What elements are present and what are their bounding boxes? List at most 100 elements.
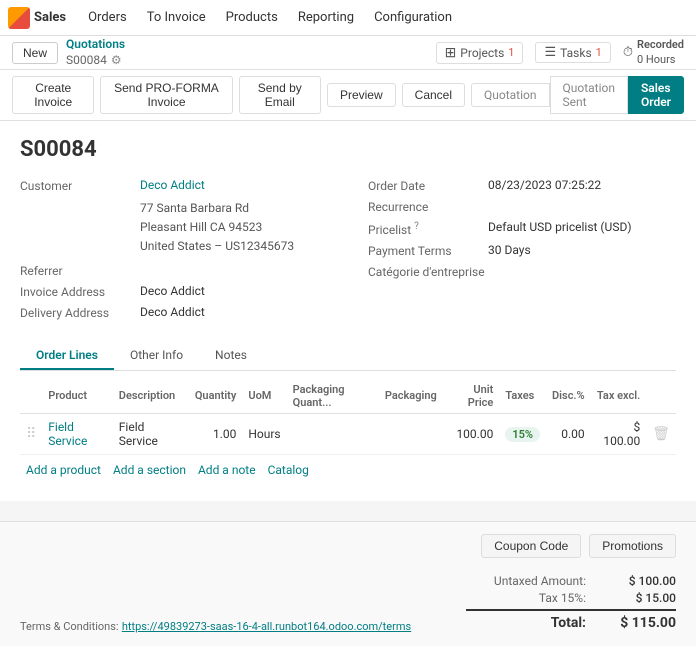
gear-icon[interactable]: ⚙: [111, 53, 122, 69]
terms-link[interactable]: https://49839273-saas-16-4-all.runbot164…: [122, 620, 411, 633]
row-uom[interactable]: Hours: [242, 413, 286, 454]
tax-label: Tax 15%:: [466, 591, 586, 605]
row-product[interactable]: Field Service: [42, 413, 113, 454]
total-row: Total: $ 115.00: [466, 609, 676, 631]
invoice-address-value: Deco Addict: [140, 284, 205, 298]
coupon-code-button[interactable]: Coupon Code: [481, 534, 581, 558]
customer-field: Customer Deco Addict: [20, 178, 328, 193]
preview-button[interactable]: Preview: [327, 83, 396, 107]
create-invoice-button[interactable]: Create Invoice: [12, 76, 94, 114]
delivery-address-field: Delivery Address Deco Addict: [20, 305, 328, 320]
breadcrumb-parent[interactable]: Quotations: [66, 37, 125, 53]
new-button[interactable]: New: [12, 42, 58, 64]
status-quotation[interactable]: Quotation: [471, 83, 549, 107]
clock-icon: ⏱: [623, 45, 633, 60]
pricelist-value: Default USD pricelist (USD): [488, 220, 632, 234]
col-tax-excl: Tax excl.: [591, 379, 647, 414]
catalog-link[interactable]: Catalog: [268, 463, 309, 477]
row-packaging-qty[interactable]: [287, 413, 379, 454]
tasks-button[interactable]: ☰ Tasks 1: [535, 42, 610, 63]
footer-actions: Coupon Code Promotions: [20, 534, 676, 558]
nav-menu: Orders To Invoice Products Reporting Con…: [78, 0, 462, 36]
col-delete: [646, 379, 676, 414]
customer-address: 77 Santa Barbara Rd Pleasant Hill CA 945…: [140, 199, 328, 257]
row-drag-handle[interactable]: ⠿: [20, 413, 42, 454]
totals-section: Untaxed Amount: $ 100.00 Tax 15%: $ 15.0…: [466, 574, 676, 634]
payment-terms-label: Payment Terms: [368, 243, 488, 258]
row-taxes[interactable]: 15%: [499, 413, 546, 454]
row-quantity[interactable]: 1.00: [189, 413, 243, 454]
promotions-button[interactable]: Promotions: [589, 534, 676, 558]
order-number: S00084: [20, 137, 676, 162]
add-section-link[interactable]: Add a section: [113, 463, 186, 477]
untaxed-value: $ 100.00: [606, 574, 676, 588]
terms-section: Terms & Conditions: https://49839273-saa…: [20, 619, 411, 634]
order-form: Customer Deco Addict 77 Santa Barbara Rd…: [20, 178, 676, 326]
breadcrumb-id: S00084: [66, 53, 107, 69]
form-right: Order Date 08/23/2023 07:25:22 Recurrenc…: [368, 178, 676, 326]
send-proforma-button[interactable]: Send PRO-FORMA Invoice: [100, 76, 232, 114]
top-nav: Sales Orders To Invoice Products Reporti…: [0, 0, 696, 36]
add-product-row: Add a product Add a section Add a note C…: [20, 455, 676, 485]
recorded-label: Recorded: [637, 38, 684, 52]
breadcrumb-right-actions: ⊞ Projects 1 ☰ Tasks 1 ⏱ Recorded 0 Hour…: [436, 38, 684, 67]
breadcrumb: Quotations S00084 ⚙: [66, 37, 125, 68]
tax-row: Tax 15%: $ 15.00: [466, 591, 676, 605]
form-left: Customer Deco Addict 77 Santa Barbara Rd…: [20, 178, 328, 326]
add-product-link[interactable]: Add a product: [26, 463, 101, 477]
tasks-label: Tasks: [560, 46, 592, 60]
row-description[interactable]: Field Service: [113, 413, 189, 454]
total-value: $ 115.00: [606, 615, 676, 631]
row-disc[interactable]: 0.00: [546, 413, 591, 454]
status-sales-order[interactable]: Sales Order: [628, 76, 684, 114]
terms-label: Terms & Conditions:: [20, 620, 119, 633]
status-bar: Quotation Quotation Sent Sales Order: [471, 76, 684, 114]
row-tax-excl: $ 100.00: [591, 413, 647, 454]
tab-notes[interactable]: Notes: [199, 342, 263, 370]
category-field: Catégorie d'entreprise: [368, 264, 676, 279]
nav-reporting[interactable]: Reporting: [288, 0, 364, 36]
order-date-value: 08/23/2023 07:25:22: [488, 178, 601, 192]
delivery-address-value: Deco Addict: [140, 305, 205, 319]
app-name[interactable]: Sales: [34, 10, 66, 25]
nav-orders[interactable]: Orders: [78, 0, 137, 36]
category-label: Catégorie d'entreprise: [368, 264, 488, 279]
tab-order-lines[interactable]: Order Lines: [20, 342, 114, 370]
projects-button[interactable]: ⊞ Projects 1: [436, 42, 524, 64]
recurrence-label: Recurrence: [368, 199, 488, 214]
payment-terms-field: Payment Terms 30 Days: [368, 243, 676, 258]
address-line3: United States – US12345673: [140, 237, 328, 256]
add-note-link[interactable]: Add a note: [198, 463, 256, 477]
customer-value[interactable]: Deco Addict: [140, 178, 205, 192]
order-lines-table: Product Description Quantity UoM Packagi…: [20, 379, 676, 455]
untaxed-row: Untaxed Amount: $ 100.00: [466, 574, 676, 588]
address-line2: Pleasant Hill CA 94523: [140, 218, 328, 237]
projects-icon: ⊞: [445, 45, 457, 61]
col-unit-price: Unit Price: [443, 379, 500, 414]
status-quotation-sent[interactable]: Quotation Sent: [550, 76, 628, 114]
send-email-button[interactable]: Send by Email: [239, 76, 321, 114]
col-disc: Disc.%: [546, 379, 591, 414]
row-packaging[interactable]: [379, 413, 443, 454]
row-delete[interactable]: 🗑: [646, 413, 676, 454]
col-drag: [20, 379, 42, 414]
recorded-value: 0 Hours: [637, 53, 684, 67]
nav-configuration[interactable]: Configuration: [364, 0, 462, 36]
cancel-button[interactable]: Cancel: [402, 83, 465, 107]
tab-other-info[interactable]: Other Info: [114, 342, 199, 370]
tax-value: $ 15.00: [606, 591, 676, 605]
address-line1: 77 Santa Barbara Rd: [140, 199, 328, 218]
breadcrumb-current: S00084 ⚙: [66, 53, 125, 69]
col-packaging-qty: Packaging Quant...: [287, 379, 379, 414]
projects-count: 1: [508, 46, 514, 59]
tasks-count: 1: [596, 46, 602, 59]
order-date-label: Order Date: [368, 178, 488, 193]
order-tabs: Order Lines Other Info Notes: [20, 342, 676, 371]
referrer-field: Referrer: [20, 263, 328, 278]
nav-products[interactable]: Products: [216, 0, 288, 36]
nav-to-invoice[interactable]: To Invoice: [137, 0, 216, 36]
delivery-address-label: Delivery Address: [20, 305, 140, 320]
referrer-label: Referrer: [20, 263, 140, 278]
row-unit-price[interactable]: 100.00: [443, 413, 500, 454]
breadcrumb-bar: New Quotations S00084 ⚙ ⊞ Projects 1 ☰ T…: [0, 36, 696, 70]
